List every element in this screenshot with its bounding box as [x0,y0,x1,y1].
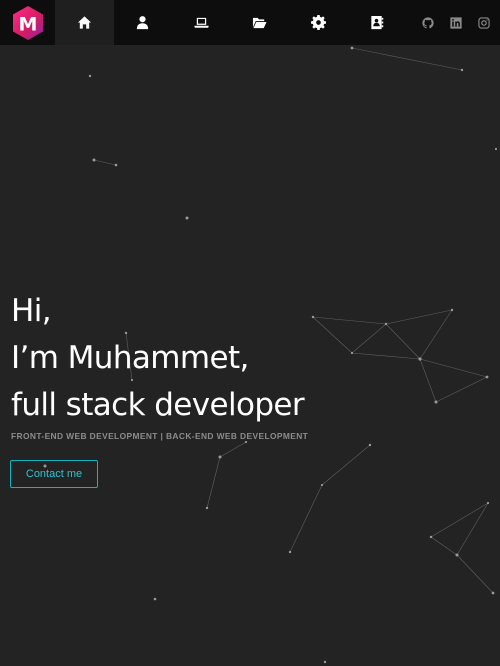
nav-skills[interactable] [172,0,231,45]
top-navbar: M [0,0,500,45]
social-links [414,0,498,45]
hero-greeting: Hi, [11,293,52,329]
gear-icon [310,15,326,30]
nav-settings[interactable] [289,0,348,45]
logo[interactable]: M [0,0,55,45]
hero-heading: Hi, I’m Muhammet, full stack developer [11,288,305,429]
laptop-icon [194,17,209,28]
home-icon [77,16,91,29]
instagram-icon [478,16,490,29]
logo-letter: M [18,13,37,35]
logo-hexagon-icon: M [12,5,43,40]
folder-open-icon [253,17,267,29]
contact-button[interactable]: Contact me [10,460,98,488]
address-book-icon [371,15,384,30]
nav-about[interactable] [114,0,173,45]
github-icon [422,16,434,28]
hero-role: full stack developer [11,387,305,423]
instagram-link[interactable] [470,0,498,45]
nav-portfolio[interactable] [231,0,290,45]
linkedin-link[interactable] [442,0,470,45]
linkedin-icon [450,16,462,29]
hero-subtitle: FRONT-END WEB DEVELOPMENT | BACK-END WEB… [11,431,309,441]
nav-contact[interactable] [348,0,407,45]
github-link[interactable] [414,0,442,45]
user-icon [137,16,149,30]
nav-home[interactable] [55,0,114,45]
hero-name: I’m Muhammet, [11,340,249,376]
